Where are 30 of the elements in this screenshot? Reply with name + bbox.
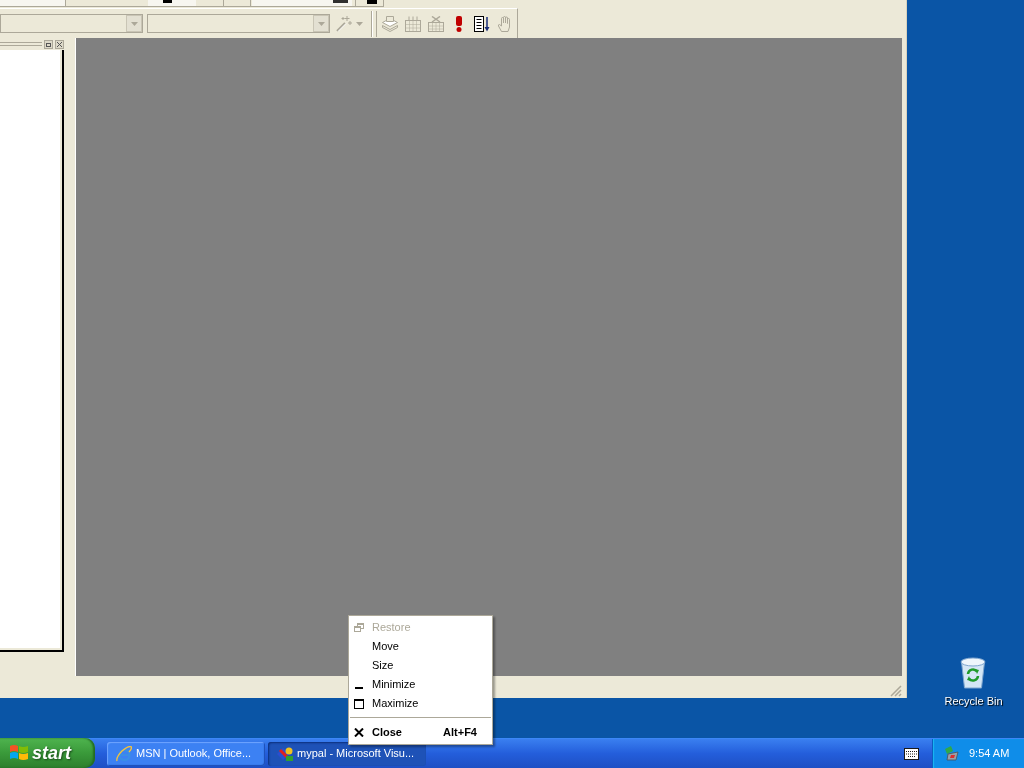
recycle-bin-icon[interactable] bbox=[959, 657, 988, 689]
keyboard-icon[interactable] bbox=[904, 747, 919, 760]
windows-logo-icon bbox=[10, 744, 28, 762]
menu-item[interactable]: Size bbox=[349, 656, 492, 675]
minimize-icon bbox=[355, 687, 363, 689]
menu-item[interactable]: Close Alt+F4 bbox=[349, 722, 492, 742]
desktop-icon-label[interactable]: Recycle Bin bbox=[944, 695, 1003, 708]
browser-icon bbox=[116, 745, 132, 762]
toolbar-gripper[interactable] bbox=[371, 10, 377, 37]
caret-icon bbox=[317, 21, 325, 26]
pin-icon bbox=[46, 42, 51, 47]
close-icon bbox=[57, 41, 62, 47]
menu-item[interactable]: Minimize bbox=[349, 675, 492, 694]
start-button[interactable]: start bbox=[0, 738, 95, 768]
panel-close-button[interactable] bbox=[55, 39, 64, 49]
menu-item[interactable]: Move bbox=[349, 637, 492, 656]
application-icon bbox=[277, 746, 293, 761]
close-icon bbox=[354, 727, 364, 737]
exclamation-icon[interactable] bbox=[454, 15, 463, 32]
taskbar-button[interactable]: MSN | Outlook, Office... bbox=[107, 741, 265, 766]
resize-grip-icon[interactable] bbox=[890, 685, 902, 697]
restore-icon bbox=[354, 623, 364, 632]
panel-pin-button[interactable] bbox=[44, 39, 53, 49]
tray-app-icon[interactable] bbox=[944, 746, 959, 761]
menu-item[interactable]: Maximize bbox=[349, 694, 492, 713]
maximize-icon bbox=[354, 698, 364, 709]
list-down-arrow-icon[interactable] bbox=[473, 15, 490, 32]
clock[interactable]: 9:54 AM bbox=[969, 745, 1010, 762]
taskbar-button[interactable]: mypal - Microsoft Visu... bbox=[268, 741, 426, 766]
caret-icon bbox=[130, 21, 138, 26]
